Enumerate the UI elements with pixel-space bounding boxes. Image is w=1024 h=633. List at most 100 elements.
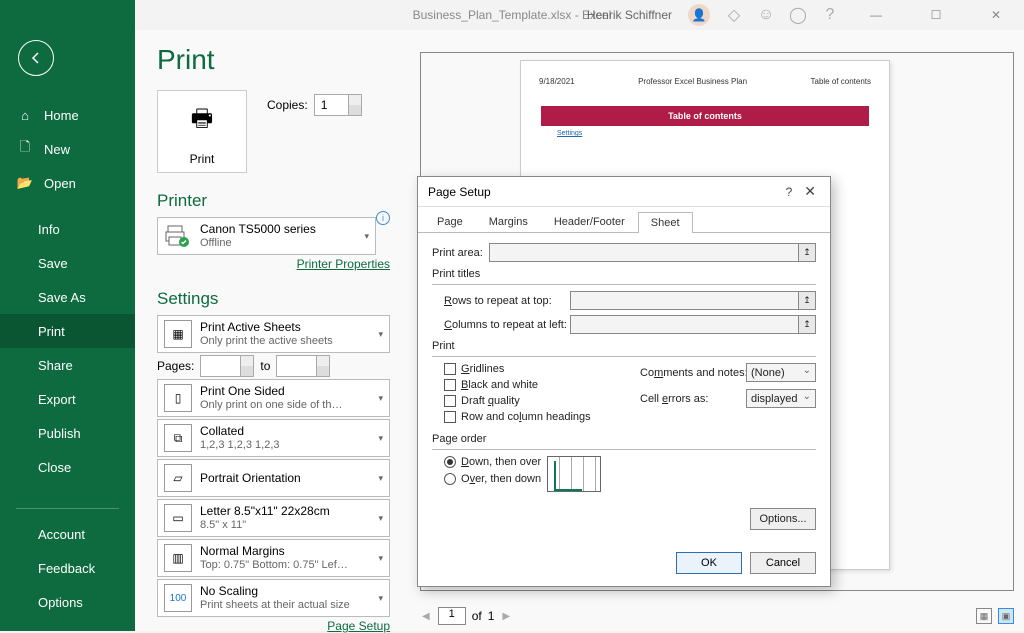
nav-close[interactable]: Close — [0, 450, 135, 484]
nav-feedback[interactable]: Feedback — [0, 551, 135, 585]
dialog-close-button[interactable]: ✕ — [798, 183, 822, 200]
page-order-icon — [547, 456, 601, 492]
zoom-to-page-button[interactable]: ▣ — [998, 608, 1014, 624]
print-area-label: Print area: — [432, 247, 483, 259]
prev-page-button[interactable]: ◀ — [420, 611, 432, 622]
print-area-input[interactable]: ↥ — [489, 243, 816, 262]
errors-label: Cell errors as: — [640, 393, 740, 405]
help-icon[interactable]: ? — [822, 7, 838, 23]
nav-save-as[interactable]: Save As — [0, 280, 135, 314]
gridlines-label: Gridlines — [461, 363, 504, 375]
nav-share[interactable]: Share — [0, 348, 135, 382]
nav-open[interactable]: 📂Open — [0, 166, 135, 200]
dialog-help-button[interactable]: ? — [780, 185, 799, 199]
pages-to-stepper[interactable] — [276, 355, 330, 377]
gridlines-checkbox[interactable] — [444, 363, 456, 375]
page-number-input[interactable]: 1 — [438, 607, 466, 625]
cols-repeat-label: Columns to repeat at left: — [444, 319, 564, 331]
tab-header-footer[interactable]: Header/Footer — [541, 211, 638, 232]
copies-stepper[interactable]: 1 — [314, 94, 362, 116]
ok-button[interactable]: OK — [676, 552, 742, 574]
range-picker-icon[interactable]: ↥ — [798, 316, 815, 333]
cols-repeat-input[interactable]: ↥ — [570, 315, 816, 334]
close-button[interactable]: ✕ — [974, 1, 1018, 29]
down-over-radio[interactable] — [444, 456, 456, 468]
pages-label: Pages: — [157, 359, 194, 373]
diamond-icon[interactable]: ◇ — [726, 7, 742, 23]
scaling-icon: 100 — [164, 584, 192, 612]
down-over-label: Down, then over — [461, 456, 541, 468]
circle-icon[interactable]: ◯ — [790, 7, 806, 23]
preview-header-right: Table of contents — [811, 77, 871, 86]
pages-from-stepper[interactable] — [200, 355, 254, 377]
rows-repeat-input[interactable]: ↥ — [570, 291, 816, 310]
back-button[interactable] — [18, 40, 54, 76]
nav-print[interactable]: Print — [0, 314, 135, 348]
printer-status-icon — [164, 224, 192, 248]
copies-label: Copies: — [267, 98, 308, 112]
page-setup-dialog: Page Setup ? ✕ Page Margins Header/Foote… — [417, 176, 831, 587]
tab-sheet[interactable]: Sheet — [638, 212, 693, 233]
errors-select[interactable]: displayed — [746, 389, 816, 408]
orientation-selector[interactable]: ▱ Portrait Orientation — [157, 459, 390, 497]
minimize-button[interactable]: — — [854, 1, 898, 29]
options-button[interactable]: Options... — [750, 508, 816, 530]
next-page-button[interactable]: ▶ — [500, 611, 512, 622]
window-title: Business_Plan_Template.xlsx - Excel — [413, 8, 612, 22]
print-titles-group: Print titles — [432, 268, 816, 280]
info-icon[interactable]: i — [376, 211, 390, 225]
nav-publish[interactable]: Publish — [0, 416, 135, 450]
tab-page[interactable]: Page — [424, 211, 476, 232]
rowcol-checkbox[interactable] — [444, 411, 456, 423]
bw-label: Black and white — [461, 379, 538, 391]
printer-properties-link[interactable]: Printer Properties — [297, 257, 390, 271]
page-order-group: Page order — [432, 433, 816, 445]
dialog-title: Page Setup — [428, 185, 491, 199]
nav-new[interactable]: 🗋New — [0, 132, 135, 166]
sides-selector[interactable]: ▯ Print One SidedOnly print on one side … — [157, 379, 390, 417]
bw-checkbox[interactable] — [444, 379, 456, 391]
nav-save[interactable]: Save — [0, 246, 135, 280]
preview-settings-link: Settings — [557, 130, 889, 137]
print-button[interactable]: 🖶 Print — [157, 90, 247, 173]
range-picker-icon[interactable]: ↥ — [798, 244, 815, 261]
sheets-icon: ▦ — [164, 320, 192, 348]
nav-account[interactable]: Account — [0, 517, 135, 551]
scaling-selector[interactable]: 100 No ScalingPrint sheets at their actu… — [157, 579, 390, 617]
range-picker-icon[interactable]: ↥ — [798, 292, 815, 309]
margins-selector[interactable]: ▥ Normal MarginsTop: 0.75" Bottom: 0.75"… — [157, 539, 390, 577]
what-to-print-selector[interactable]: ▦ Print Active SheetsOnly print the acti… — [157, 315, 390, 353]
nav-home[interactable]: ⌂Home — [0, 98, 135, 132]
maximize-button[interactable]: ☐ — [914, 1, 958, 29]
open-icon: 📂 — [18, 176, 32, 190]
cancel-button[interactable]: Cancel — [750, 552, 816, 574]
rowcol-label: Row and column headings — [461, 411, 591, 423]
over-down-radio[interactable] — [444, 473, 456, 485]
settings-section: Settings — [157, 289, 390, 309]
margins-icon: ▥ — [164, 544, 192, 572]
one-sided-icon: ▯ — [164, 384, 192, 412]
draft-label: Draft quality — [461, 395, 520, 407]
over-down-label: Over, then down — [461, 473, 541, 485]
face-icon[interactable]: ☺ — [758, 7, 774, 23]
nav-export[interactable]: Export — [0, 382, 135, 416]
home-icon: ⌂ — [18, 108, 32, 122]
comments-select[interactable]: (None) — [746, 363, 816, 382]
nav-options[interactable]: Options — [0, 585, 135, 619]
avatar[interactable]: 👤 — [688, 4, 710, 26]
new-icon: 🗋 — [18, 142, 32, 156]
paper-size-selector[interactable]: ▭ Letter 8.5"x11" 22x28cm8.5" x 11" — [157, 499, 390, 537]
page-total: 1 — [488, 609, 495, 623]
show-margins-button[interactable]: ▦ — [976, 608, 992, 624]
printer-selector[interactable]: Canon TS5000 series Offline — [157, 217, 376, 255]
nav-info[interactable]: Info — [0, 212, 135, 246]
user-name: Henrik Schiffner — [587, 8, 672, 22]
draft-checkbox[interactable] — [444, 395, 456, 407]
tab-margins[interactable]: Margins — [476, 211, 541, 232]
portrait-icon: ▱ — [164, 464, 192, 492]
printer-icon: 🖶 — [158, 101, 246, 142]
print-group: Print — [432, 340, 816, 352]
preview-toc-bar: Table of contents — [541, 106, 869, 126]
paper-icon: ▭ — [164, 504, 192, 532]
collation-selector[interactable]: ⧉ Collated1,2,3 1,2,3 1,2,3 — [157, 419, 390, 457]
